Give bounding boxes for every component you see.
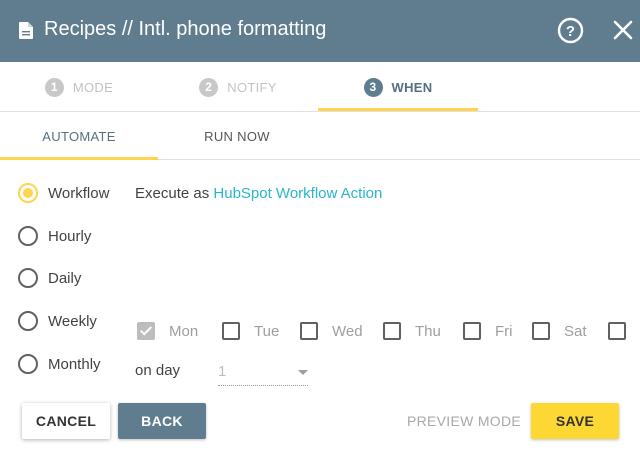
step-number: 2 [199, 77, 219, 97]
checkbox-unchecked-icon [383, 322, 401, 340]
execute-prefix: Execute as [135, 185, 210, 202]
wizard-steps: 1 MODE 2 NOTIFY 3 WHEN [0, 62, 640, 112]
radio-unchecked-icon [18, 354, 38, 374]
step-when[interactable]: 3 WHEN [318, 62, 478, 112]
close-icon[interactable] [612, 19, 634, 41]
radio-weekly[interactable]: Weekly [18, 311, 97, 331]
radio-label: Hourly [48, 227, 92, 245]
active-step-indicator [318, 108, 478, 111]
on-day-value: 1 [218, 363, 227, 380]
checkbox-unchecked-icon [608, 322, 626, 340]
radio-unchecked-icon [18, 268, 38, 288]
caret-down-icon [298, 370, 308, 375]
checkbox-unchecked-icon [222, 322, 240, 340]
day-label: Wed [332, 322, 363, 340]
step-label: NOTIFY [227, 79, 277, 95]
checkbox-unchecked-icon [300, 322, 318, 340]
day-thu[interactable]: Thu [383, 322, 441, 340]
day-mon[interactable]: Mon [137, 322, 198, 340]
step-label: WHEN [391, 79, 433, 95]
day-label: Mon [169, 322, 199, 340]
radio-label: Weekly [48, 312, 97, 330]
day-sun[interactable] [608, 322, 640, 340]
tab-automate[interactable]: AUTOMATE [0, 112, 158, 160]
step-mode[interactable]: 1 MODE [0, 62, 158, 112]
save-button[interactable]: SAVE [531, 403, 619, 439]
day-fri[interactable]: Fri [463, 322, 513, 340]
day-label: Thu [415, 322, 441, 340]
day-tue[interactable]: Tue [222, 322, 279, 340]
day-wed[interactable]: Wed [300, 322, 363, 340]
dialog-header: Recipes // Intl. phone formatting ? [0, 0, 640, 62]
radio-unchecked-icon [18, 226, 38, 246]
day-label: Tue [254, 322, 280, 340]
help-circle-icon[interactable]: ? [557, 17, 584, 44]
checkbox-unchecked-icon [532, 322, 550, 340]
hubspot-workflow-link[interactable]: HubSpot Workflow Action [213, 185, 382, 202]
document-icon [19, 22, 33, 39]
tab-label: RUN NOW [204, 128, 270, 144]
radio-daily[interactable]: Daily [18, 268, 81, 288]
day-label: Sat [564, 322, 587, 340]
checkbox-unchecked-icon [463, 322, 481, 340]
radio-workflow[interactable]: Workflow [18, 183, 109, 203]
step-notify[interactable]: 2 NOTIFY [158, 62, 318, 112]
svg-text:?: ? [566, 23, 575, 40]
radio-unchecked-icon [18, 311, 38, 331]
on-day-label: on day [135, 362, 181, 379]
radio-label: Workflow [48, 184, 110, 202]
checkbox-checked-icon [137, 322, 155, 340]
radio-monthly[interactable]: Monthly [18, 354, 101, 374]
day-label: Fri [495, 322, 513, 340]
back-button[interactable]: BACK [118, 403, 206, 439]
on-day-select[interactable]: 1 [218, 358, 308, 386]
cancel-button[interactable]: CANCEL [22, 403, 110, 439]
radio-label: Monthly [48, 355, 101, 373]
step-number: 3 [363, 77, 383, 97]
step-label: MODE [72, 79, 114, 95]
execute-as-text: Execute as HubSpot Workflow Action [135, 185, 382, 202]
radio-checked-icon [18, 183, 38, 203]
preview-mode-button[interactable]: PREVIEW MODE [404, 403, 524, 439]
radio-hourly[interactable]: Hourly [18, 226, 91, 246]
day-sat[interactable]: Sat [532, 322, 587, 340]
step-number: 1 [44, 77, 64, 97]
subtabs: AUTOMATE RUN NOW [0, 112, 640, 160]
active-tab-indicator [0, 157, 158, 160]
dialog-title: Recipes // Intl. phone formatting [44, 18, 327, 40]
tab-run-now[interactable]: RUN NOW [158, 112, 316, 160]
radio-label: Daily [48, 269, 82, 287]
tab-label: AUTOMATE [42, 128, 116, 144]
